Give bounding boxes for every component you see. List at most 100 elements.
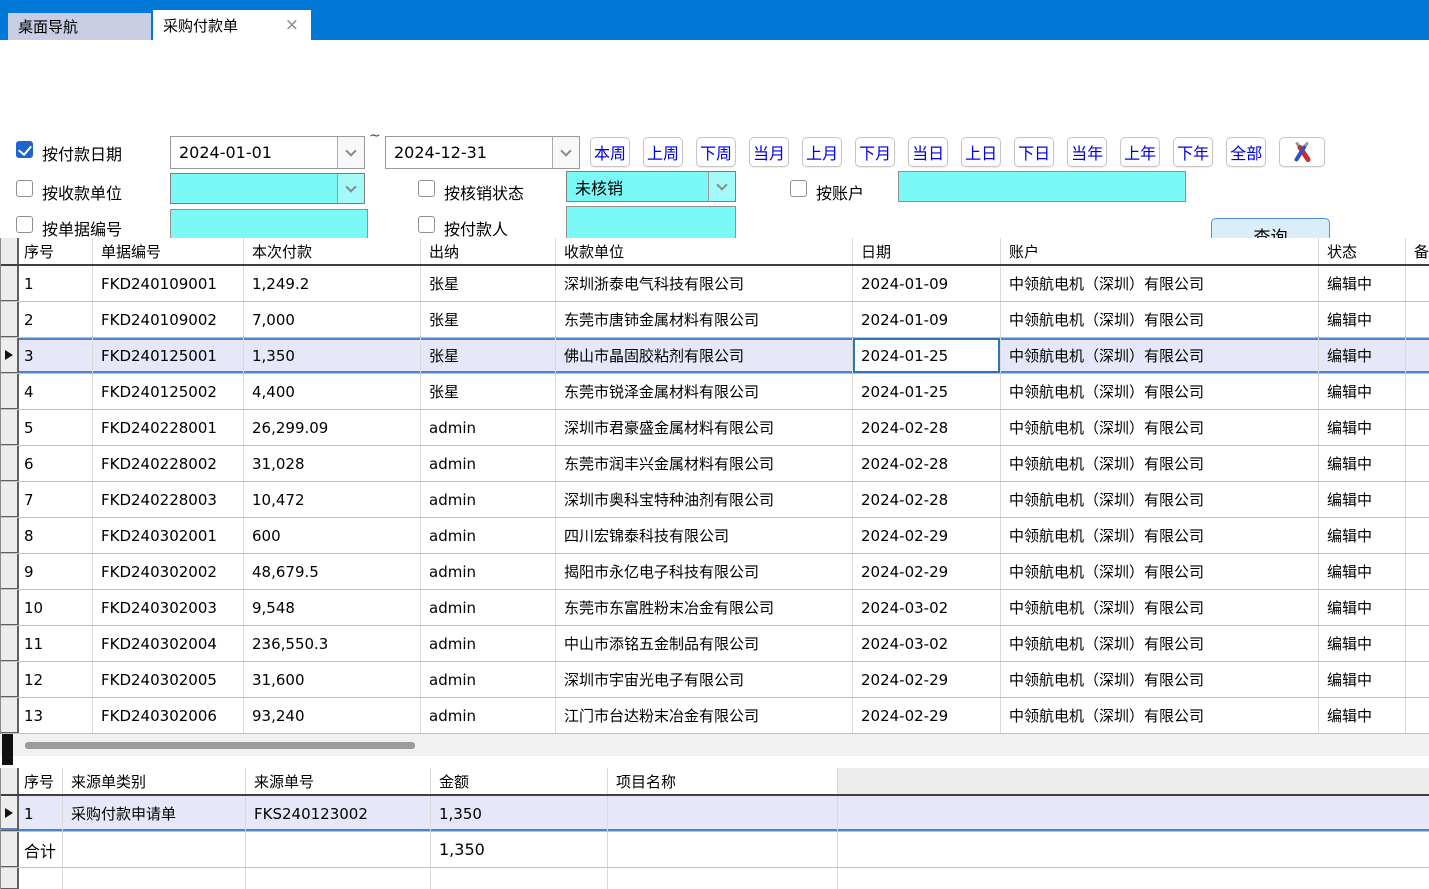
table-row[interactable]: 11 FKD240302004 236,550.3 admin 中山市添铭五金制…: [1, 626, 1429, 662]
cell-status[interactable]: 编辑中: [1319, 518, 1406, 553]
cell-date[interactable]: 2024-02-28: [853, 482, 1001, 517]
row-gutter[interactable]: [1, 796, 19, 831]
cell-cashier[interactable]: admin: [421, 626, 556, 661]
cell-status[interactable]: 编辑中: [1319, 446, 1406, 481]
payer-checkbox[interactable]: [418, 216, 435, 233]
cell-amount[interactable]: 1,249.2: [244, 266, 421, 301]
table-row[interactable]: 6 FKD240228002 31,028 admin 东莞市润丰兴金属材料有限…: [1, 446, 1429, 482]
column-header-date[interactable]: 日期: [853, 238, 1001, 264]
cell-doc-no[interactable]: FKD240125002: [93, 374, 244, 409]
cell-seq[interactable]: 9: [19, 554, 93, 589]
row-gutter[interactable]: [1, 482, 19, 517]
cell-seq[interactable]: 4: [19, 374, 93, 409]
quick-range-button[interactable]: 下年: [1173, 137, 1213, 167]
cell-doc-no[interactable]: FKD240302002: [93, 554, 244, 589]
cell-seq[interactable]: 7: [19, 482, 93, 517]
chevron-down-icon[interactable]: [337, 137, 364, 168]
row-gutter[interactable]: [1, 338, 19, 373]
cell-doc-no[interactable]: FKD240125001: [93, 338, 244, 373]
cell-date[interactable]: 2024-03-02: [853, 590, 1001, 625]
cell-amount[interactable]: 600: [244, 518, 421, 553]
cell-seq[interactable]: 8: [19, 518, 93, 553]
table-row[interactable]: 2 FKD240109002 7,000 张星 东莞市唐铈金属材料有限公司 20…: [1, 302, 1429, 338]
column-header-seq[interactable]: 序号: [19, 768, 63, 794]
writeoff-checkbox[interactable]: [418, 180, 435, 197]
cell-amount[interactable]: 93,240: [244, 698, 421, 733]
quick-range-button[interactable]: 下月: [855, 137, 895, 167]
scrollbar-thumb[interactable]: [25, 742, 415, 749]
cell-account[interactable]: 中领航电机（深圳）有限公司: [1001, 518, 1319, 553]
cell-amount[interactable]: 31,028: [244, 446, 421, 481]
quick-range-button[interactable]: 当月: [749, 137, 789, 167]
cell-doc-no[interactable]: FKD240302006: [93, 698, 244, 733]
cell-status[interactable]: 编辑中: [1319, 482, 1406, 517]
column-header-seq[interactable]: 序号: [19, 238, 93, 264]
payer-input[interactable]: [566, 206, 736, 240]
cell-payee[interactable]: 深圳市奥科宝特种油剂有限公司: [556, 482, 853, 517]
cell-seq[interactable]: 3: [19, 338, 93, 373]
cell-remark[interactable]: [1406, 410, 1429, 445]
cell-account[interactable]: 中领航电机（深圳）有限公司: [1001, 626, 1319, 661]
cell-doc-no[interactable]: FKD240228002: [93, 446, 244, 481]
cell-account[interactable]: 中领航电机（深圳）有限公司: [1001, 698, 1319, 733]
cell-doc-no[interactable]: FKD240302001: [93, 518, 244, 553]
table-row[interactable]: 9 FKD240302002 48,679.5 admin 揭阳市永亿电子科技有…: [1, 554, 1429, 590]
cell-source-no[interactable]: FKS240123002: [246, 796, 431, 831]
cell-status[interactable]: 编辑中: [1319, 590, 1406, 625]
cell-payee[interactable]: 中山市添铭五金制品有限公司: [556, 626, 853, 661]
cell-cashier[interactable]: 张星: [421, 338, 556, 373]
cell-seq[interactable]: 2: [19, 302, 93, 337]
cell-remark[interactable]: [1406, 590, 1429, 625]
quick-range-button[interactable]: 上周: [643, 137, 683, 167]
row-gutter[interactable]: [1, 662, 19, 697]
cell-status[interactable]: 编辑中: [1319, 554, 1406, 589]
cell-cashier[interactable]: admin: [421, 590, 556, 625]
cell-cashier[interactable]: admin: [421, 446, 556, 481]
cell-payee[interactable]: 东莞市润丰兴金属材料有限公司: [556, 446, 853, 481]
cell-remark[interactable]: [1406, 374, 1429, 409]
table-row[interactable]: 10 FKD240302003 9,548 admin 东莞市东富胜粉末冶金有限…: [1, 590, 1429, 626]
cell-seq[interactable]: 6: [19, 446, 93, 481]
cell-status[interactable]: 编辑中: [1319, 266, 1406, 301]
cell-doc-no[interactable]: FKD240302003: [93, 590, 244, 625]
cell-payee[interactable]: 深圳市宇宙光电子有限公司: [556, 662, 853, 697]
chevron-down-icon[interactable]: [708, 172, 735, 201]
row-gutter[interactable]: [1, 518, 19, 553]
cell-payee[interactable]: 深圳市君豪盛金属材料有限公司: [556, 410, 853, 445]
doc-no-checkbox[interactable]: [16, 216, 33, 233]
cell-date[interactable]: 2024-01-09: [853, 266, 1001, 301]
cell-date[interactable]: 2024-02-29: [853, 554, 1001, 589]
cell-cashier[interactable]: 张星: [421, 266, 556, 301]
cell-cashier[interactable]: admin: [421, 410, 556, 445]
doc-no-input[interactable]: [170, 209, 368, 241]
cell-remark[interactable]: [1406, 338, 1429, 373]
table-row[interactable]: 4 FKD240125002 4,400 张星 东莞市锐泽金属材料有限公司 20…: [1, 374, 1429, 410]
quick-range-button[interactable]: 下周: [696, 137, 736, 167]
cell-amount[interactable]: 1,350: [431, 796, 608, 831]
cell-seq[interactable]: 10: [19, 590, 93, 625]
table-row[interactable]: 5 FKD240228001 26,299.09 admin 深圳市君豪盛金属材…: [1, 410, 1429, 446]
table-row[interactable]: 13 FKD240302006 93,240 admin 江门市台达粉末冶金有限…: [1, 698, 1429, 734]
cell-cashier[interactable]: admin: [421, 662, 556, 697]
cell-amount[interactable]: 4,400: [244, 374, 421, 409]
quick-range-button[interactable]: 当年: [1067, 137, 1107, 167]
cell-filler[interactable]: [838, 796, 1429, 831]
cell-source-type[interactable]: 采购付款申请单: [63, 796, 246, 831]
row-gutter[interactable]: [1, 266, 19, 301]
cell-date[interactable]: 2024-02-29: [853, 662, 1001, 697]
cell-status[interactable]: 编辑中: [1319, 374, 1406, 409]
column-header-status[interactable]: 状态: [1319, 238, 1406, 264]
cell-payee[interactable]: 四川宏锦泰科技有限公司: [556, 518, 853, 553]
writeoff-combobox[interactable]: 未核销: [566, 171, 736, 202]
row-gutter[interactable]: [1, 374, 19, 409]
row-gutter[interactable]: [1, 554, 19, 589]
cell-doc-no[interactable]: FKD240228003: [93, 482, 244, 517]
column-header-payee[interactable]: 收款单位: [556, 238, 853, 264]
cell-account[interactable]: 中领航电机（深圳）有限公司: [1001, 554, 1319, 589]
cell-status[interactable]: 编辑中: [1319, 338, 1406, 373]
table-row[interactable]: 3 FKD240125001 1,350 张星 佛山市晶固胶粘剂有限公司 202…: [1, 338, 1429, 374]
table-row[interactable]: 7 FKD240228003 10,472 admin 深圳市奥科宝特种油剂有限…: [1, 482, 1429, 518]
cell-remark[interactable]: [1406, 662, 1429, 697]
account-input[interactable]: [898, 171, 1186, 202]
table-row[interactable]: 12 FKD240302005 31,600 admin 深圳市宇宙光电子有限公…: [1, 662, 1429, 698]
